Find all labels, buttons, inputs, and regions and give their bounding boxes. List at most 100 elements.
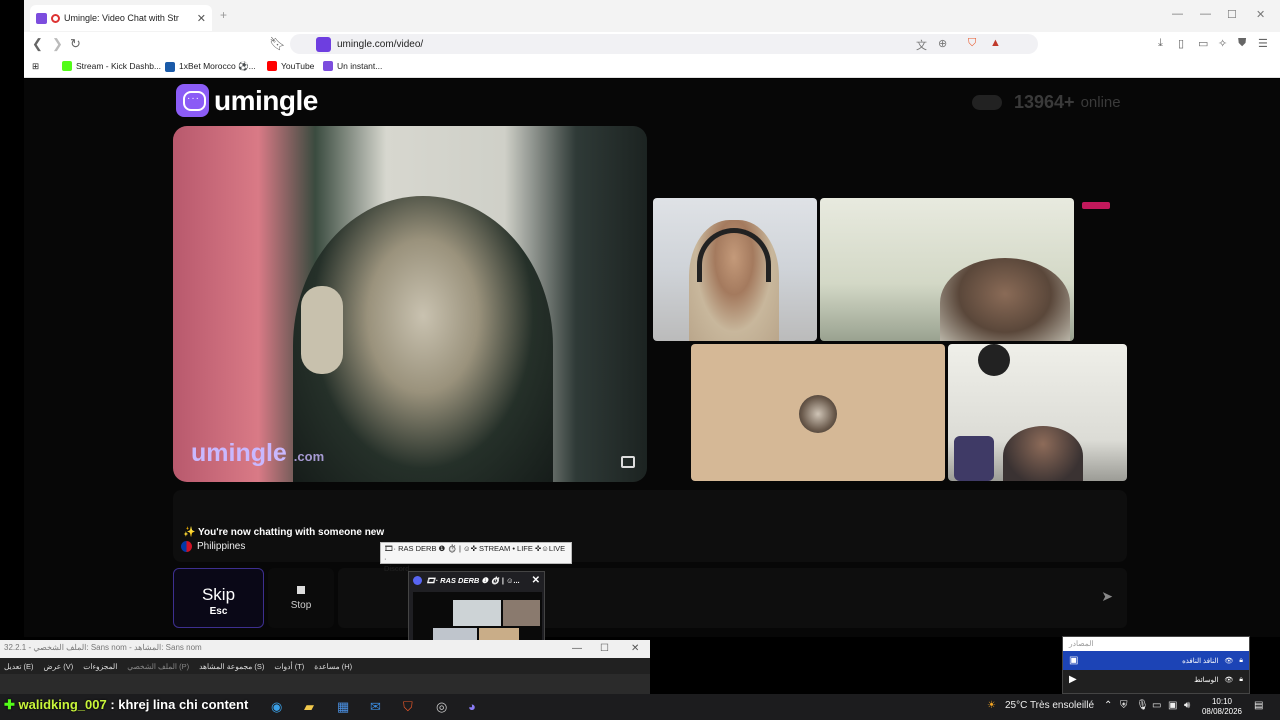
bookmark-item[interactable]: Un instant...: [323, 61, 382, 71]
umingle-logo[interactable]: ··· umingle: [176, 84, 318, 117]
menu-scene-collection[interactable]: مجموعة المشاهد (S): [199, 662, 264, 671]
obs-icon[interactable]: ◎: [436, 699, 447, 715]
bookmark-item[interactable]: Stream - Kick Dashb...: [62, 61, 161, 71]
translate-icon[interactable]: 文: [916, 37, 927, 53]
menu-edit[interactable]: تعديل (E): [4, 662, 34, 671]
online-label: online: [1080, 94, 1121, 111]
recording-icon: [51, 13, 60, 23]
obs-close-icon[interactable]: ✕: [631, 643, 639, 654]
chat-bubble-icon: ···: [176, 84, 209, 117]
sources-title: المصادر: [1063, 637, 1249, 651]
store-icon[interactable]: ▦: [337, 699, 349, 715]
bookmark-label: YouTube: [281, 61, 315, 71]
new-tab-icon[interactable]: +: [220, 8, 227, 22]
popup-close-icon[interactable]: ✕: [532, 575, 540, 586]
download-icon[interactable]: ⤓: [1158, 37, 1163, 50]
kick-icon: [62, 61, 72, 71]
brave-icon[interactable]: ⛉: [403, 699, 413, 715]
cam-person: [1003, 426, 1083, 481]
notification-icon[interactable]: ▤: [1254, 700, 1263, 711]
tab-close-icon[interactable]: ✕: [197, 12, 206, 25]
rewards-icon[interactable]: ▲: [990, 37, 1001, 49]
lamp: [978, 344, 1010, 376]
network-icon[interactable]: ▭: [1152, 700, 1161, 711]
weather-text[interactable]: 25°C Très ensoleillé: [1005, 700, 1094, 711]
obs-titlebar: 32.2.1 - الملف الشخصي: Sans nom - المشاه…: [0, 640, 650, 658]
zoom-icon[interactable]: ⊕: [938, 37, 947, 50]
browser-tab[interactable]: Umingle: Video Chat with Str ✕: [30, 5, 212, 31]
tray-chevron-icon[interactable]: ⌃: [1104, 700, 1112, 711]
obs-window: 32.2.1 - الملف الشخصي: Sans nom - المشاه…: [0, 640, 650, 694]
minimize-window-icon[interactable]: —: [1200, 8, 1211, 20]
1xbet-icon: [165, 61, 175, 72]
bookmark-item[interactable]: 1xBet Morocco ⚽...: [165, 61, 256, 72]
menu-icon[interactable]: ☰: [1258, 37, 1268, 50]
umingle-icon: [323, 61, 333, 71]
report-flag-icon[interactable]: [621, 456, 635, 468]
philippines-flag-icon: [181, 541, 192, 552]
back-icon[interactable]: ❮: [32, 36, 43, 52]
source-item[interactable]: ▶ الوسائط 👁︎ 🔒︎: [1063, 670, 1249, 689]
wallet-icon[interactable]: ▭: [1198, 37, 1208, 50]
edge-icon[interactable]: ◉: [271, 699, 282, 715]
reload-icon[interactable]: ↻: [70, 36, 81, 52]
file-explorer-icon[interactable]: ▰: [304, 699, 314, 715]
lock-icon[interactable]: 🔒︎: [1239, 676, 1243, 684]
taskbar-clock[interactable]: 10:10 08/08/2026: [1202, 697, 1242, 717]
stop-icon: [297, 586, 305, 594]
weather-icon[interactable]: ☀: [987, 700, 996, 711]
menu-docks[interactable]: المجزوءات: [83, 662, 117, 671]
obs-maximize-icon[interactable]: ☐: [600, 643, 609, 654]
skip-label: Skip: [201, 585, 236, 604]
preview-cam: [453, 600, 501, 626]
mic-tray-icon[interactable]: 🎙︎: [1136, 700, 1149, 711]
menu-tools[interactable]: أدوات (T): [274, 662, 304, 671]
display-icon[interactable]: ▣: [1168, 700, 1177, 711]
menu-help[interactable]: مساعدة (H): [314, 662, 352, 671]
close-window-icon[interactable]: ✕: [1256, 8, 1265, 21]
maximize-icon[interactable]: ☐: [1227, 8, 1237, 21]
bookmark-label: Stream - Kick Dashb...: [76, 61, 162, 71]
obs-minimize-icon[interactable]: —: [572, 643, 582, 654]
vpn-icon[interactable]: ⛊: [1238, 37, 1246, 50]
bookmark-item[interactable]: YouTube: [267, 61, 314, 71]
skip-button[interactable]: Skip Esc: [173, 568, 264, 628]
visibility-icon[interactable]: 👁︎: [1224, 676, 1233, 684]
menu-view[interactable]: عرض (V): [44, 662, 74, 671]
lock-icon[interactable]: 🔒︎: [1239, 657, 1243, 665]
source-item[interactable]: ▣ النافذ النافذه 👁︎ 🔒︎: [1063, 651, 1249, 670]
obs-title: 32.2.1 - الملف الشخصي: Sans nom - المشاه…: [4, 643, 202, 652]
send-icon[interactable]: ➤: [1101, 588, 1113, 605]
preview-cam: [503, 600, 540, 626]
logo-text: umingle: [214, 84, 318, 116]
visibility-icon[interactable]: 👁︎: [1224, 657, 1233, 665]
stop-button[interactable]: Stop: [268, 568, 334, 628]
mail-icon[interactable]: ✉: [370, 699, 381, 715]
youtube-icon: [267, 61, 277, 71]
brave-shield-icon[interactable]: ⛉: [968, 37, 976, 50]
media-source-icon: ▶: [1069, 674, 1077, 685]
online-indicator: 13964+ online: [972, 92, 1121, 113]
window-source-icon: ▣: [1069, 655, 1079, 666]
tray-icon[interactable]: ⛨: [1120, 700, 1128, 711]
online-toggle[interactable]: [972, 95, 1002, 110]
live-badge: [1082, 202, 1110, 209]
bookmark-icon[interactable]: 🔖︎: [269, 36, 286, 52]
leo-icon[interactable]: ✧: [1218, 37, 1227, 50]
bookmarks-bar: ⊞ Stream - Kick Dashb... 1xBet Morocco ⚽…: [24, 56, 1280, 78]
source-label: النافذ النافذه: [1182, 657, 1219, 665]
bookmark-label: 1xBet Morocco ⚽...: [179, 61, 256, 71]
stream-cam-4: [948, 344, 1127, 481]
minimize-icon[interactable]: —: [1172, 8, 1183, 20]
apps-icon[interactable]: ⊞: [32, 61, 39, 72]
forward-icon[interactable]: ❯: [52, 36, 63, 52]
discord-avatar: [799, 395, 837, 433]
volume-icon[interactable]: 🔊︎: [1184, 700, 1190, 711]
chat-log: [173, 490, 1127, 562]
discord-taskbar-icon[interactable]: ◕: [468, 699, 476, 714]
stream-cam-2: [820, 198, 1074, 341]
menu-profile[interactable]: الملف الشخصي (P): [127, 662, 189, 671]
url-bar[interactable]: umingle.com/video/ 文 ⊕ ⛉ ▲: [290, 34, 1038, 54]
country-line: Philippines: [181, 541, 245, 552]
sidebar-icon[interactable]: ▯: [1178, 37, 1184, 50]
